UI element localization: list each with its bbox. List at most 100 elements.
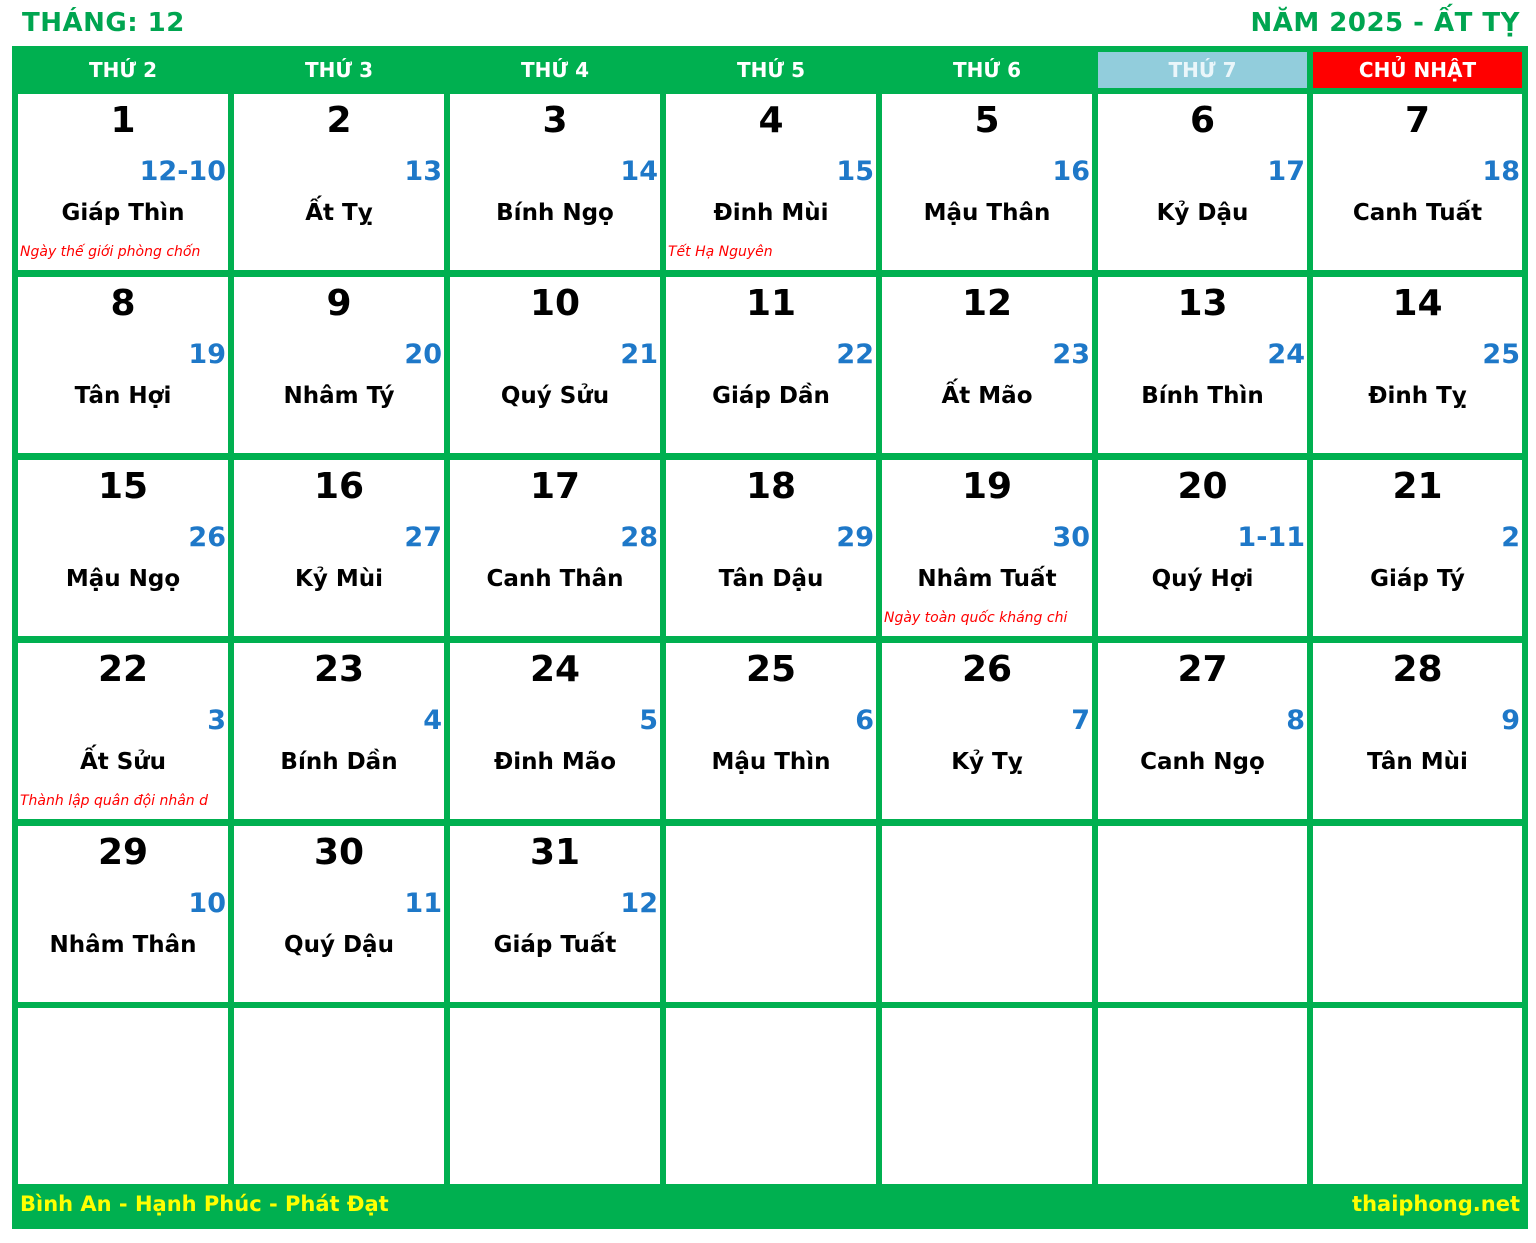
can-chi-name: Mậu Thân: [923, 200, 1051, 226]
day-cell[interactable]: 24 5 Đinh Mão: [450, 643, 660, 819]
weekday-header: THỨ 5: [737, 58, 805, 82]
footer-website[interactable]: thaiphong.net: [1352, 1192, 1520, 1216]
lunar-day: 20: [404, 339, 442, 370]
lunar-day: 13: [404, 156, 442, 187]
lunar-day: 16: [1052, 156, 1090, 187]
day-cell[interactable]: 8 19 Tân Hợi: [18, 277, 228, 453]
day-number: 15: [97, 466, 149, 507]
day-number: 2: [326, 100, 352, 141]
lunar-day: 8: [1286, 705, 1305, 736]
day-cell[interactable]: 23 4 Bính Dần: [234, 643, 444, 819]
can-chi-name: Canh Tuất: [1352, 200, 1483, 226]
day-cell[interactable]: 27 8 Canh Ngọ: [1098, 643, 1307, 819]
can-chi-name: Kỷ Tỵ: [951, 749, 1023, 775]
day-number: 19: [961, 466, 1013, 507]
day-cell[interactable]: 17 28 Canh Thân: [450, 460, 660, 636]
day-cell[interactable]: 28 9 Tân Mùi: [1313, 643, 1522, 819]
day-cell[interactable]: 20 1-11 Quý Hợi: [1098, 460, 1307, 636]
can-chi-name: Quý Hợi: [1151, 566, 1254, 592]
day-cell[interactable]: 7 18 Canh Tuất: [1313, 94, 1522, 270]
day-cell[interactable]: 9 20 Nhâm Tý: [234, 277, 444, 453]
day-number: 23: [313, 649, 365, 690]
day-cell[interactable]: 2 13 Ất Tỵ: [234, 94, 444, 270]
can-chi-name: Ất Mão: [941, 383, 1033, 409]
can-chi-name: Giáp Thìn: [61, 200, 185, 226]
can-chi-name: Ất Tỵ: [305, 200, 373, 226]
empty-cell: [666, 826, 876, 1002]
lunar-day: 17: [1267, 156, 1305, 187]
lunar-day: 26: [188, 522, 226, 553]
day-cell[interactable]: 12 23 Ất Mão: [882, 277, 1092, 453]
day-cell[interactable]: 29 10 Nhâm Thân: [18, 826, 228, 1002]
day-cell[interactable]: 15 26 Mậu Ngọ: [18, 460, 228, 636]
day-cell[interactable]: 25 6 Mậu Thìn: [666, 643, 876, 819]
can-chi-name: Giáp Dần: [712, 383, 830, 409]
day-number: 13: [1177, 283, 1228, 324]
empty-cell: [234, 1008, 444, 1184]
day-cell[interactable]: 11 22 Giáp Dần: [666, 277, 876, 453]
day-number: 21: [1392, 466, 1443, 507]
can-chi-name: Đinh Tỵ: [1368, 383, 1467, 409]
lunar-day: 12: [620, 888, 658, 919]
can-chi-name: Bính Dần: [280, 749, 398, 775]
day-number: 31: [529, 832, 581, 873]
lunar-day: 24: [1267, 339, 1305, 370]
can-chi-name: Tân Dậu: [718, 566, 824, 592]
lunar-day: 18: [1482, 156, 1520, 187]
day-number: 1: [110, 100, 136, 141]
day-cell[interactable]: 6 17 Kỷ Dậu: [1098, 94, 1307, 270]
day-cell[interactable]: 3 14 Bính Ngọ: [450, 94, 660, 270]
empty-cell: [18, 1008, 228, 1184]
day-number: 4: [758, 100, 784, 141]
day-cell[interactable]: 13 24 Bính Thìn: [1098, 277, 1307, 453]
day-cell[interactable]: 31 12 Giáp Tuất: [450, 826, 660, 1002]
can-chi-name: Nhâm Tuất: [917, 566, 1057, 592]
day-cell[interactable]: 14 25 Đinh Tỵ: [1313, 277, 1522, 453]
day-cell[interactable]: 30 11 Quý Dậu: [234, 826, 444, 1002]
day-cell[interactable]: 18 29 Tân Dậu: [666, 460, 876, 636]
event-note: Ngày toàn quốc kháng chi: [884, 610, 1068, 626]
day-cell[interactable]: 22 3 Ất Sửu Thành lập quân đội nhân d: [18, 643, 228, 819]
can-chi-name: Canh Ngọ: [1140, 749, 1265, 775]
weekday-header: THỨ 6: [953, 58, 1021, 82]
lunar-day: 22: [836, 339, 874, 370]
day-cell[interactable]: 26 7 Kỷ Tỵ: [882, 643, 1092, 819]
day-cell[interactable]: 1 12-10 Giáp Thìn Ngày thế giới phòng chốn: [18, 94, 228, 270]
lunar-day: 28: [620, 522, 658, 553]
can-chi-name: Quý Sửu: [500, 383, 610, 409]
can-chi-name: Đinh Mão: [493, 749, 617, 775]
can-chi-name: Giáp Tuất: [493, 932, 617, 958]
lunar-day: 6: [855, 705, 874, 736]
day-number: 16: [313, 466, 365, 507]
can-chi-name: Nhâm Thân: [49, 932, 197, 958]
day-number: 17: [529, 466, 581, 507]
day-cell[interactable]: 5 16 Mậu Thân: [882, 94, 1092, 270]
day-number: 27: [1177, 649, 1228, 690]
can-chi-name: Đinh Mùi: [713, 200, 829, 226]
day-number: 12: [961, 283, 1013, 324]
can-chi-name: Kỷ Mùi: [295, 566, 383, 592]
day-number: 25: [745, 649, 797, 690]
can-chi-name: Mậu Ngọ: [65, 566, 181, 592]
day-number: 30: [313, 832, 365, 873]
empty-cell: [1098, 826, 1307, 1002]
lunar-day: 2: [1501, 522, 1520, 553]
day-number: 11: [745, 283, 797, 324]
can-chi-name: Tân Hợi: [74, 383, 172, 409]
day-cell[interactable]: 4 15 Đinh Mùi Tết Hạ Nguyên: [666, 94, 876, 270]
year-title: NĂM 2025 - ẤT TỴ: [1250, 8, 1520, 38]
can-chi-name: Canh Thân: [486, 566, 624, 592]
can-chi-name: Bính Ngọ: [496, 200, 614, 226]
day-number: 20: [1177, 466, 1228, 507]
day-cell[interactable]: 10 21 Quý Sửu: [450, 277, 660, 453]
lunar-day: 10: [188, 888, 226, 919]
weekday-header: CHỦ NHẬT: [1313, 52, 1522, 88]
day-cell[interactable]: 21 2 Giáp Tý: [1313, 460, 1522, 636]
day-number: 7: [1404, 100, 1431, 141]
day-cell[interactable]: 16 27 Kỷ Mùi: [234, 460, 444, 636]
month-title: THÁNG: 12: [22, 8, 185, 38]
weekday-header: THỨ 3: [305, 58, 373, 82]
day-cell[interactable]: 19 30 Nhâm Tuất Ngày toàn quốc kháng chi: [882, 460, 1092, 636]
can-chi-name: Ất Sửu: [79, 749, 167, 775]
can-chi-name: Nhâm Tý: [283, 383, 395, 409]
